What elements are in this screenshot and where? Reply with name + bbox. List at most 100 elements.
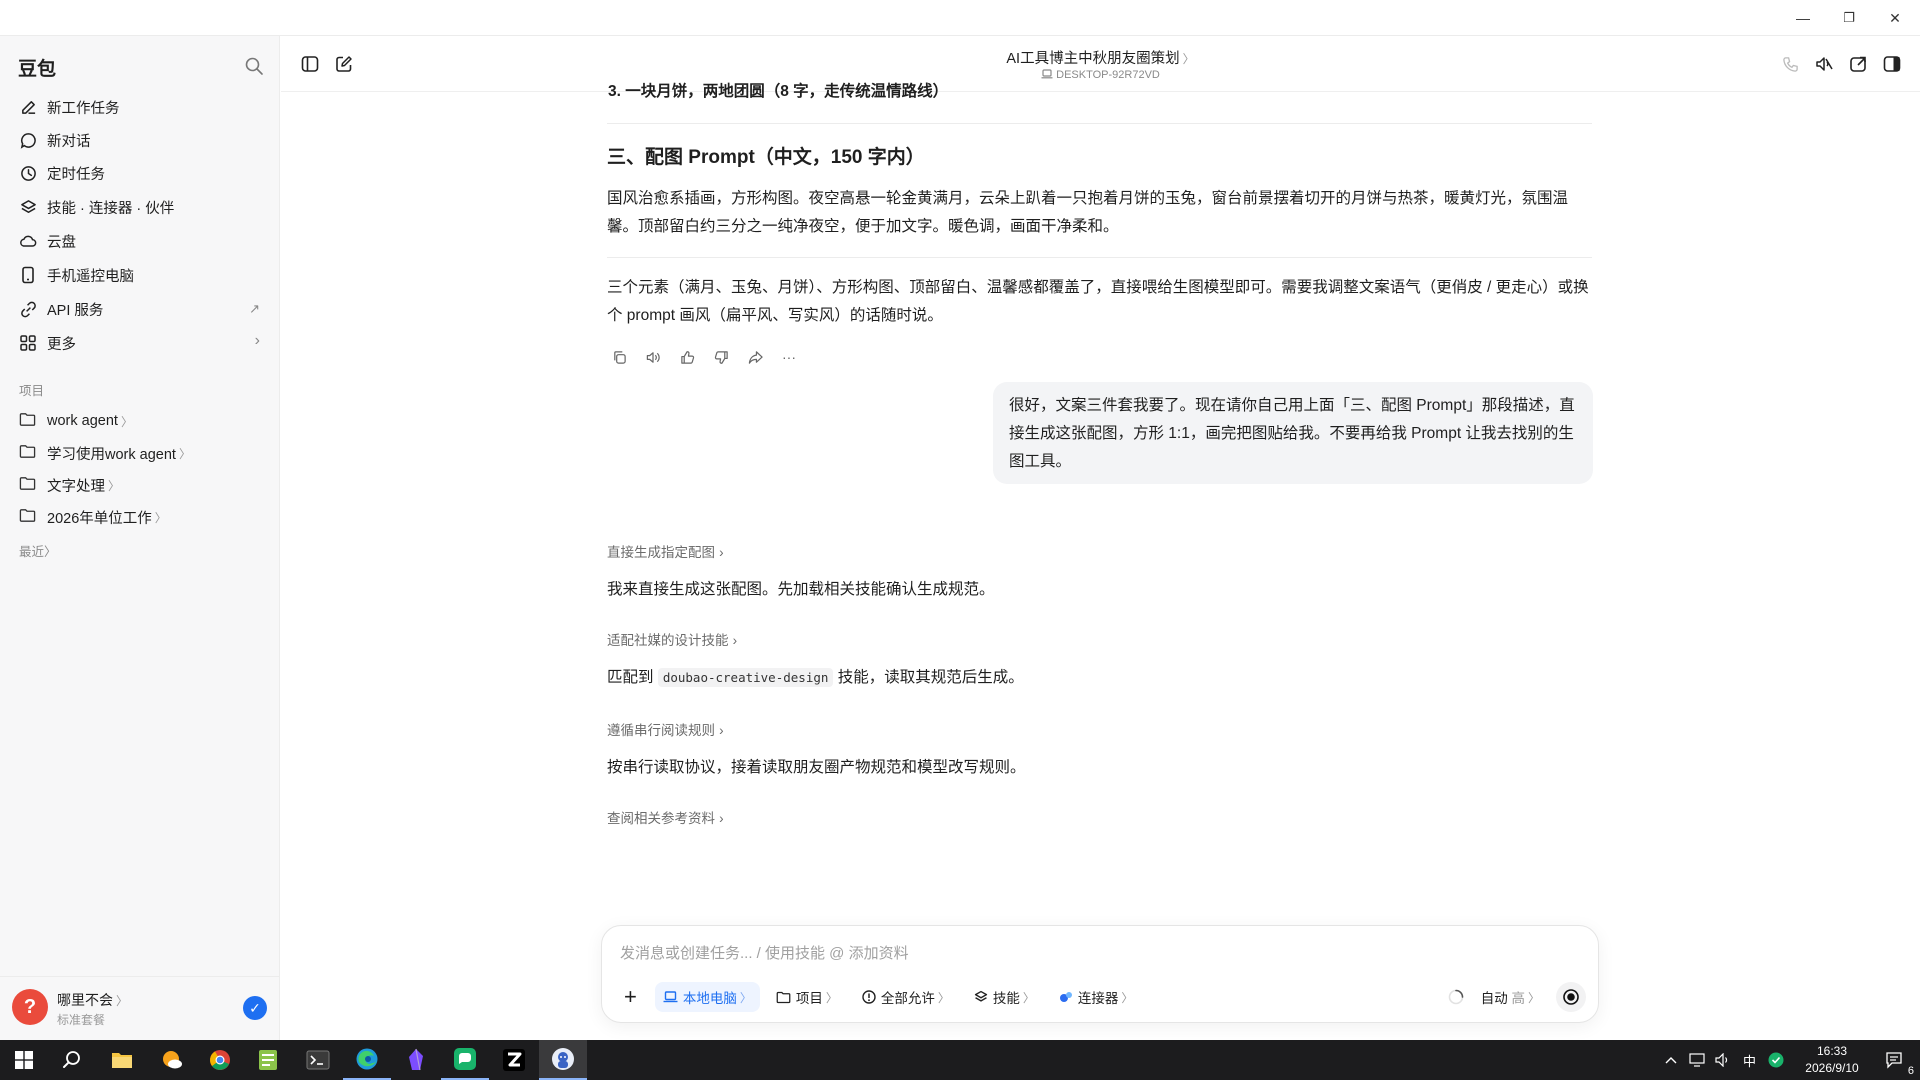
doubao-app[interactable]	[539, 1040, 587, 1080]
step-link[interactable]: 查阅相关参考资料 ›	[607, 807, 724, 827]
project-chip[interactable]: 项目〉	[768, 982, 846, 1012]
chevron-right-icon: 〉	[1527, 990, 1540, 1005]
layers-icon	[974, 990, 988, 1004]
step-link[interactable]: 适配社媒的设计技能 ›	[607, 629, 737, 649]
ime-indicator[interactable]: 中	[1743, 1051, 1756, 1070]
nav-scheduled[interactable]: 定时任务	[10, 158, 268, 188]
permission-chip[interactable]: 全部允许〉	[854, 982, 958, 1012]
chrome-icon	[210, 1050, 230, 1070]
project-label: 文字处理	[47, 478, 105, 495]
share-window-icon[interactable]	[1847, 53, 1869, 75]
start-button[interactable]	[0, 1040, 48, 1080]
share-icon[interactable]	[745, 347, 765, 367]
notification-center[interactable]: 6	[1870, 1040, 1920, 1080]
project-item[interactable]: 2026年单位工作〉	[10, 502, 268, 532]
edge-icon	[356, 1048, 378, 1070]
mode-selector[interactable]: 自动 高〉	[1477, 982, 1544, 1012]
weather-app[interactable]	[148, 1040, 196, 1080]
nav-label: 技能 · 连接器 · 伙伴	[47, 200, 175, 217]
user-message-bubble: 很好，文案三件套我要了。现在请你自己用上面「三、配图 Prompt」那段描述，直…	[993, 382, 1593, 484]
project-item[interactable]: 文字处理〉	[10, 470, 268, 500]
step-text: 按串行读取协议，接着读取朋友圈产物规范和模型改写规则。	[607, 759, 1026, 776]
folder-icon	[19, 476, 37, 494]
speaker-icon[interactable]	[643, 347, 663, 367]
level-label: 高	[1511, 991, 1525, 1006]
folder-icon	[19, 508, 37, 526]
device-name: DESKTOP-92R72VD	[1056, 69, 1160, 81]
nav-new-chat[interactable]: 新对话	[10, 125, 268, 155]
minimize-button[interactable]: —	[1780, 0, 1826, 36]
folder-icon	[19, 412, 37, 430]
connector-chip[interactable]: 连接器〉	[1051, 982, 1142, 1012]
add-attachment-button[interactable]: +	[614, 982, 647, 1012]
copy-icon[interactable]	[609, 347, 629, 367]
nav-remote-control[interactable]: 手机遥控电脑	[10, 260, 268, 290]
nav-new-task[interactable]: 新工作任务	[10, 92, 268, 122]
step-link[interactable]: 遵循串行阅读规则 ›	[607, 719, 724, 739]
step-link[interactable]: 直接生成指定配图 ›	[607, 541, 724, 561]
taskbar-clock[interactable]: 16:33 2026/9/10	[1797, 1043, 1867, 1077]
thumbs-up-icon[interactable]	[677, 347, 697, 367]
chevron-right-icon: ›	[719, 723, 724, 738]
chip-label: 项目	[795, 991, 823, 1006]
network-icon[interactable]	[1689, 1053, 1705, 1067]
nav-cloud[interactable]: 云盘	[10, 226, 268, 256]
window-titlebar: — ❐ ✕	[0, 0, 1920, 36]
project-item[interactable]: work agent 〉	[10, 406, 268, 436]
chevron-right-icon: 〉	[178, 446, 191, 461]
divider	[607, 123, 1592, 124]
step-text: 我来直接生成这张配图。先加载相关技能确认生成规范。	[607, 581, 995, 598]
edit-icon	[19, 98, 37, 116]
composer-toolbar: + 本地电脑〉 项目〉 全部允许〉 技能〉 连接器〉	[614, 982, 1141, 1012]
chevron-right-icon: 〉	[1182, 52, 1195, 66]
volume-icon[interactable]	[1715, 1053, 1731, 1067]
chevron-right-icon: 〉	[154, 510, 167, 525]
skills-chip[interactable]: 技能〉	[966, 982, 1043, 1012]
terminal-icon	[306, 1050, 330, 1070]
thumbs-down-icon[interactable]	[711, 347, 731, 367]
file-explorer-app[interactable]	[98, 1040, 146, 1080]
taskbar-search[interactable]	[48, 1040, 96, 1080]
step-link-text: 查阅相关参考资料	[607, 811, 715, 826]
chevron-right-icon: ›	[719, 811, 724, 826]
local-computer-chip[interactable]: 本地电脑〉	[654, 982, 760, 1012]
record-button[interactable]	[1556, 982, 1586, 1012]
message-actions: ···	[609, 347, 799, 367]
user-name-row: 哪里不会〉	[57, 990, 128, 1010]
connector-icon	[1059, 990, 1073, 1004]
wechat-tray-icon[interactable]	[1768, 1052, 1784, 1068]
obsidian-app[interactable]	[392, 1040, 440, 1080]
edge-app[interactable]	[343, 1040, 391, 1080]
divider	[607, 257, 1592, 258]
avatar: ?	[12, 989, 48, 1025]
close-button[interactable]: ✕	[1872, 0, 1918, 36]
search-icon[interactable]	[244, 56, 264, 76]
chevron-right-icon: 〉	[44, 545, 57, 559]
panel-toggle-icon[interactable]	[1881, 53, 1903, 75]
z-library-app[interactable]	[490, 1040, 538, 1080]
show-hidden-icons[interactable]	[1665, 1056, 1677, 1064]
chat-bubble-icon	[19, 131, 37, 149]
chat-app[interactable]	[441, 1040, 489, 1080]
project-item[interactable]: 学习使用work agent 〉	[10, 438, 268, 468]
more-options-icon[interactable]: ···	[779, 347, 799, 367]
user-card[interactable]: ? 哪里不会〉 标准套餐 ✓	[0, 976, 280, 1040]
step-text-before: 匹配到	[607, 669, 654, 686]
chip-label: 技能	[992, 991, 1020, 1006]
clock-time: 16:33	[1816, 1044, 1848, 1058]
nav-api-service[interactable]: API 服务 ↗	[10, 294, 268, 324]
mute-icon[interactable]	[1813, 53, 1835, 75]
chrome-app[interactable]	[196, 1040, 244, 1080]
nav-skills[interactable]: 技能 · 连接器 · 伙伴	[10, 192, 268, 222]
notes-app[interactable]	[244, 1040, 292, 1080]
mode-label: 自动	[1480, 991, 1508, 1006]
terminal-app[interactable]	[294, 1040, 342, 1080]
chevron-right-icon: 〉	[108, 478, 121, 493]
maximize-button[interactable]: ❐	[1826, 0, 1872, 36]
nav-more[interactable]: 更多 ›	[10, 328, 268, 358]
recent-section-label[interactable]: 最近〉	[19, 541, 57, 560]
message-input[interactable]: 发消息或创建任务... / 使用技能 @ 添加资料	[620, 942, 909, 963]
conversation-title[interactable]: AI工具博主中秋朋友圈策划〉	[281, 47, 1920, 68]
call-icon[interactable]	[1779, 53, 1801, 75]
info-circle-icon	[862, 990, 876, 1004]
